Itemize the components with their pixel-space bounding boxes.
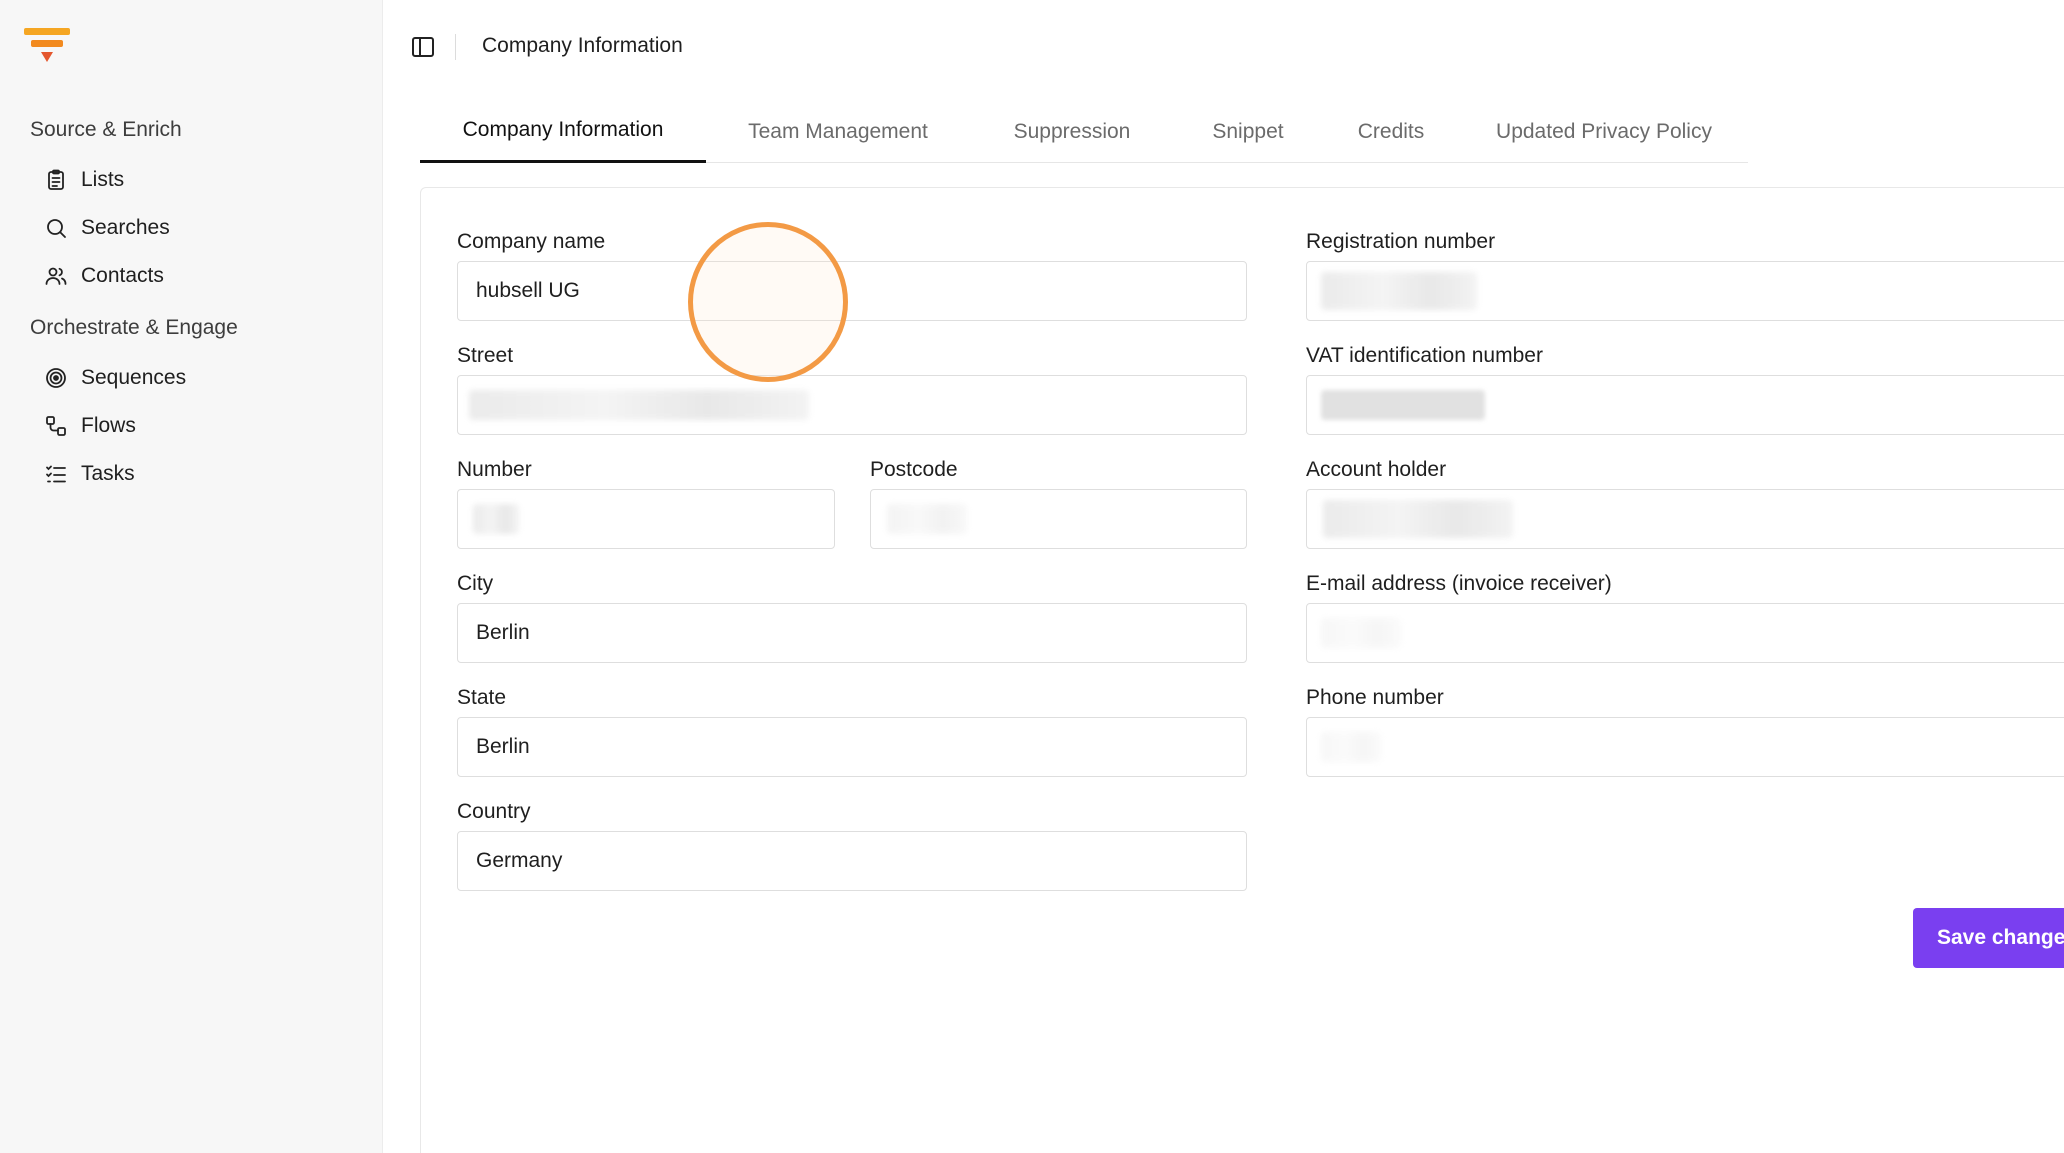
- country-input[interactable]: [457, 831, 1247, 891]
- settings-tabs: Company Information Team Management Supp…: [420, 100, 1748, 163]
- redacted-street-value: [469, 390, 809, 420]
- sidebar-item-contacts[interactable]: Contacts: [44, 256, 164, 296]
- state-label: State: [457, 686, 507, 709]
- city-input[interactable]: [457, 603, 1247, 663]
- company-name-input[interactable]: [457, 261, 1247, 321]
- search-icon: [44, 216, 68, 240]
- header-divider: [455, 34, 456, 60]
- tab-snippet[interactable]: Snippet: [1188, 100, 1308, 163]
- clipboard-list-icon: [44, 168, 68, 192]
- company-name-label: Company name: [457, 230, 606, 253]
- sidebar: Source & Enrich Lists Searches Contacts …: [0, 0, 383, 1153]
- invoice-email-input[interactable]: [1306, 603, 2064, 663]
- users-icon: [44, 264, 68, 288]
- brand-logo-icon[interactable]: [24, 28, 70, 68]
- redacted-postcode-value: [887, 504, 967, 534]
- target-icon: [44, 366, 68, 390]
- flow-icon: [44, 414, 68, 438]
- sidebar-item-label: Tasks: [81, 462, 135, 485]
- tab-company-information[interactable]: Company Information: [420, 100, 706, 163]
- section-title-orchestrate-engage: Orchestrate & Engage: [30, 316, 238, 339]
- redacted-registration-value: [1321, 272, 1477, 310]
- sidebar-item-label: Searches: [81, 216, 170, 239]
- redacted-invoice-email-value: [1321, 618, 1401, 648]
- tab-team-management[interactable]: Team Management: [720, 100, 956, 163]
- sidebar-item-sequences[interactable]: Sequences: [44, 358, 186, 398]
- vat-number-label: VAT identification number: [1306, 344, 1543, 367]
- save-changes-button[interactable]: Save changes: [1913, 908, 2064, 968]
- registration-number-label: Registration number: [1306, 230, 1496, 253]
- redacted-account-holder-value: [1323, 500, 1513, 538]
- sidebar-item-tasks[interactable]: Tasks: [44, 454, 135, 494]
- sidebar-item-label: Sequences: [81, 366, 187, 389]
- tab-suppression[interactable]: Suppression: [980, 100, 1164, 163]
- state-input[interactable]: [457, 717, 1247, 777]
- section-title-source-enrich: Source & Enrich: [30, 118, 182, 141]
- number-label: Number: [457, 458, 532, 481]
- phone-number-input[interactable]: [1306, 717, 2064, 777]
- sidebar-toggle-icon[interactable]: [410, 34, 436, 60]
- redacted-number-value: [473, 504, 519, 534]
- tab-updated-privacy-policy[interactable]: Updated Privacy Policy: [1474, 100, 1734, 163]
- company-information-form: Company name Street Number Postcode City…: [420, 187, 2064, 1153]
- account-holder-label: Account holder: [1306, 458, 1447, 481]
- redacted-phone-value: [1321, 732, 1381, 762]
- sidebar-item-searches[interactable]: Searches: [44, 208, 170, 248]
- page-title: Company Information: [482, 34, 683, 57]
- app-window: Source & Enrich Lists Searches Contacts …: [0, 0, 2064, 1153]
- task-list-icon: [44, 462, 68, 486]
- redacted-vat-value: [1321, 390, 1485, 420]
- street-label: Street: [457, 344, 514, 367]
- sidebar-item-flows[interactable]: Flows: [44, 406, 136, 446]
- sidebar-item-label: Lists: [81, 168, 125, 191]
- country-label: Country: [457, 800, 531, 823]
- sidebar-item-lists[interactable]: Lists: [44, 160, 124, 200]
- phone-number-label: Phone number: [1306, 686, 1444, 709]
- invoice-email-label: E-mail address (invoice receiver): [1306, 572, 1612, 595]
- sidebar-item-label: Contacts: [81, 264, 164, 287]
- postcode-label: Postcode: [870, 458, 958, 481]
- city-label: City: [457, 572, 494, 595]
- sidebar-item-label: Flows: [81, 414, 136, 437]
- tab-credits[interactable]: Credits: [1332, 100, 1450, 163]
